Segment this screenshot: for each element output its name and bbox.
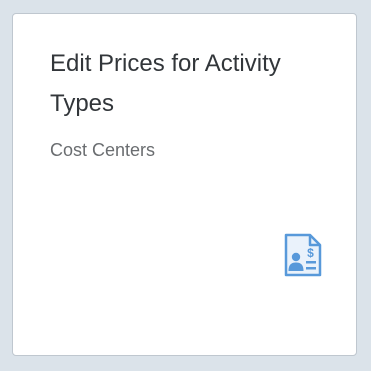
employee-pricing-document-icon: $ <box>284 233 322 277</box>
tile-title: Edit Prices for Activity Types <box>50 50 281 117</box>
tile-subtitle: Cost Centers <box>50 140 156 160</box>
app-launcher-tile[interactable]: Edit Prices for Activity Types Cost Cent… <box>12 13 357 356</box>
svg-text:$: $ <box>307 246 314 260</box>
